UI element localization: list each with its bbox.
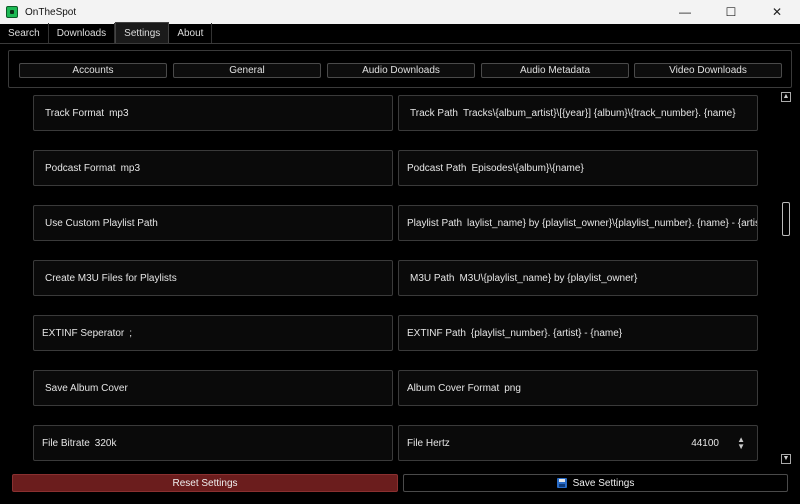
save-settings-label: Save Settings	[572, 477, 635, 489]
file-hertz-field[interactable]: File Hertz 44100 ▲ ▼	[398, 425, 758, 461]
track-format-value: mp3	[109, 107, 129, 119]
file-hertz-label: File Hertz	[407, 437, 450, 449]
save-settings-button[interactable]: Save Settings	[403, 474, 788, 492]
podcast-format-label: Podcast Format	[45, 162, 116, 174]
settings-scroll-area: Track Format mp3 Track Path Tracks\{albu…	[0, 90, 778, 466]
reset-settings-button[interactable]: Reset Settings	[12, 474, 398, 492]
window-title: OnTheSpot	[25, 6, 77, 18]
scroll-thumb[interactable]	[782, 202, 790, 236]
use-custom-playlist-path-checkbox[interactable]: Use Custom Playlist Path	[33, 205, 393, 241]
title-bar: OnTheSpot — ☐ ✕	[0, 0, 800, 24]
extinf-path-value: {playlist_number}. {artist} - {name}	[470, 327, 623, 339]
track-format-field[interactable]: Track Format mp3	[33, 95, 393, 131]
podcast-format-field[interactable]: Podcast Format mp3	[33, 150, 393, 186]
podcast-path-field[interactable]: Podcast Path Episodes\{album}\{name}	[398, 150, 758, 186]
m3u-path-value: M3U\{playlist_name} by {playlist_owner}	[459, 272, 638, 284]
file-hertz-spinner[interactable]: ▲ ▼	[737, 436, 745, 451]
m3u-path-label: M3U Path	[410, 272, 455, 284]
extinf-separator-value: ;	[129, 327, 133, 339]
track-path-field[interactable]: Track Path Tracks\{album_artist}\[{year}…	[398, 95, 758, 131]
file-hertz-value[interactable]: 44100	[691, 438, 719, 449]
playlist-path-label: Playlist Path	[407, 217, 463, 229]
podcast-path-label: Podcast Path	[407, 162, 467, 174]
scroll-up-icon[interactable]: ▲	[781, 92, 791, 102]
settings-subtab-bar: Accounts General Audio Downloads Audio M…	[8, 50, 792, 88]
playlist-path-field[interactable]: Playlist Path laylist_name} by {playlist…	[398, 205, 758, 241]
window-controls: — ☐ ✕	[662, 0, 800, 24]
subtab-general[interactable]: General	[173, 63, 321, 78]
extinf-separator-label: EXTINF Seperator	[42, 327, 125, 339]
vertical-scrollbar[interactable]: ▲ ▼	[778, 90, 794, 466]
use-custom-playlist-path-label: Use Custom Playlist Path	[45, 217, 158, 229]
subtab-audio-metadata[interactable]: Audio Metadata	[481, 63, 629, 78]
track-path-label: Track Path	[410, 107, 458, 119]
playlist-path-value: laylist_name} by {playlist_owner}\{playl…	[467, 217, 758, 229]
tab-downloads[interactable]: Downloads	[49, 23, 116, 43]
scroll-down-icon[interactable]: ▼	[781, 454, 791, 464]
subtab-audio-downloads[interactable]: Audio Downloads	[327, 63, 475, 78]
tab-search[interactable]: Search	[0, 23, 49, 43]
album-cover-format-label: Album Cover Format	[407, 382, 500, 394]
maximize-button[interactable]: ☐	[708, 0, 754, 24]
extinf-separator-field[interactable]: EXTINF Seperator ;	[33, 315, 393, 351]
app-logo-icon	[6, 6, 18, 18]
reset-settings-label: Reset Settings	[172, 477, 238, 489]
tab-about[interactable]: About	[169, 23, 213, 43]
close-button[interactable]: ✕	[754, 0, 800, 24]
album-cover-format-field[interactable]: Album Cover Format png	[398, 370, 758, 406]
subtab-video-downloads[interactable]: Video Downloads	[634, 63, 782, 78]
extinf-path-label: EXTINF Path	[407, 327, 466, 339]
minimize-button[interactable]: —	[662, 0, 708, 24]
spin-down-icon[interactable]: ▼	[737, 442, 745, 451]
file-bitrate-field[interactable]: File Bitrate 320k	[33, 425, 393, 461]
main-tab-bar: Search Downloads Settings About	[0, 22, 800, 44]
tab-settings[interactable]: Settings	[115, 22, 170, 43]
file-bitrate-label: File Bitrate	[42, 437, 90, 449]
extinf-path-field[interactable]: EXTINF Path {playlist_number}. {artist} …	[398, 315, 758, 351]
floppy-disk-icon	[556, 478, 567, 488]
podcast-format-value: mp3	[120, 162, 141, 174]
create-m3u-label: Create M3U Files for Playlists	[45, 272, 177, 284]
album-cover-format-value: png	[504, 382, 521, 394]
file-bitrate-value: 320k	[94, 437, 117, 449]
track-path-value: Tracks\{album_artist}\[{year}] {album}\{…	[462, 107, 736, 119]
track-format-label: Track Format	[45, 107, 105, 119]
podcast-path-value: Episodes\{album}\{name}	[471, 162, 584, 174]
m3u-path-field[interactable]: M3U Path M3U\{playlist_name} by {playlis…	[398, 260, 758, 296]
save-album-cover-label: Save Album Cover	[45, 382, 128, 394]
create-m3u-checkbox[interactable]: Create M3U Files for Playlists	[33, 260, 393, 296]
subtab-accounts[interactable]: Accounts	[19, 63, 167, 78]
save-album-cover-checkbox[interactable]: Save Album Cover	[33, 370, 393, 406]
